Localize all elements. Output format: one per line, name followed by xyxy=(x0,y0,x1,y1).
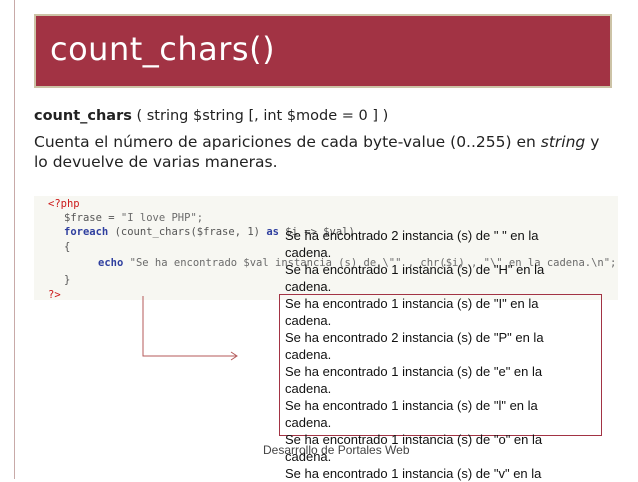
footer-text: Desarrollo de Portales Web xyxy=(263,443,410,457)
arrow-connector xyxy=(142,296,238,361)
